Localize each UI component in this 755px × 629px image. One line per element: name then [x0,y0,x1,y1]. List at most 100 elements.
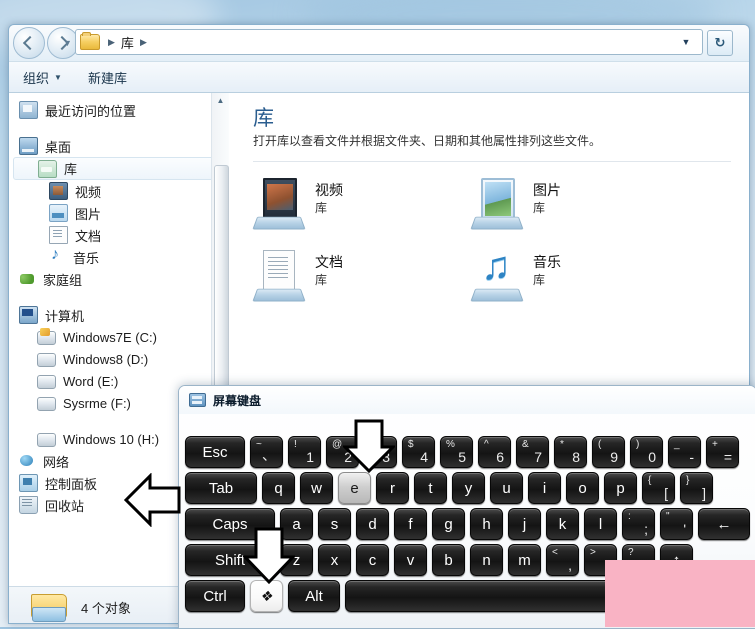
key-v[interactable]: v [394,544,427,576]
sidebar-item-0[interactable]: 最近访问的位置 [9,99,229,121]
library-item-name: 音乐 [533,254,561,271]
sidebar-item-9[interactable]: Windows7E (C:) [9,326,229,348]
key-Alt[interactable]: Alt [288,580,340,612]
sidebar-item-10[interactable]: Windows8 (D:) [9,348,229,370]
sidebar-item-4[interactable]: 图片 [9,202,229,224]
key-9[interactable]: (9 [592,436,625,468]
key-base-label: 0 [648,449,656,465]
key-label: h [482,515,491,533]
key-6[interactable]: ^ 6 [478,436,511,468]
library-item[interactable]: 视频库 [252,176,471,238]
key-1[interactable]: ! 1 [288,436,321,468]
key-b[interactable]: b [432,544,465,576]
key-7[interactable]: & 7 [516,436,549,468]
key-p[interactable]: p [604,472,637,504]
key-c[interactable]: c [356,544,389,576]
key-x[interactable]: x [318,544,351,576]
organize-button[interactable]: 组织 ▼ [23,68,62,87]
key-s[interactable]: s [318,508,351,540]
sidebar-item-label: 图片 [75,206,102,222]
key-、[interactable]: ~、 [250,436,283,468]
key-Esc[interactable]: Esc [185,436,245,468]
sidebar-item-2[interactable]: 库 [13,157,223,180]
key-q[interactable]: q [262,472,295,504]
key-5[interactable]: % 5 [440,436,473,468]
sidebar-item-label: 网络 [43,454,70,470]
chevron-down-icon[interactable]: ▼ [678,30,694,54]
key-Ctrl[interactable]: Ctrl [185,580,245,612]
key-label: g [444,515,453,533]
key-h[interactable]: h [470,508,503,540]
key-z[interactable]: z [280,544,313,576]
sidebar-item-8[interactable]: 计算机 [9,304,229,326]
key-k[interactable]: k [546,508,579,540]
key-label: d [368,515,377,533]
library-item[interactable]: 文档库 [252,248,471,310]
key-←[interactable]: ← [698,508,750,540]
sidebar-item-1[interactable]: 桌面 [9,135,229,157]
library-item-name: 视频 [315,182,343,199]
key-l[interactable]: l [584,508,617,540]
key-,[interactable]: <, [546,544,579,576]
key-m[interactable]: m [508,544,541,576]
key-f[interactable]: f [394,508,427,540]
refresh-icon[interactable]: ↻ [707,30,733,56]
library-item[interactable]: 音乐库 [470,244,689,310]
address-bar[interactable]: ▶ 库 ▶ ▼ [75,29,703,55]
sidebar-item-7[interactable]: 家庭组 [9,268,229,290]
key-shift-label: _ [674,439,680,450]
key-0[interactable]: ) 0 [630,436,663,468]
key-n[interactable]: n [470,544,503,576]
key-4[interactable]: $4 [402,436,435,468]
drive-icon [37,397,56,411]
video-library-icon [252,176,306,230]
key-o[interactable]: o [566,472,599,504]
key-;[interactable]: :; [622,508,655,540]
key-u[interactable]: u [490,472,523,504]
key-Caps[interactable]: Caps [185,508,275,540]
sidebar-item-label: Windows 10 (H:) [63,431,160,447]
key-a[interactable]: a [280,508,313,540]
recent-pages-caret[interactable]: ▼ [61,31,74,55]
key-label: v [406,551,415,569]
key-windows-key[interactable]: ❖ [250,580,283,612]
new-library-button[interactable]: 新建库 [88,68,127,87]
key-d[interactable]: d [356,508,389,540]
breadcrumb-library[interactable]: 库 [119,33,136,52]
key-e[interactable]: e [338,472,371,504]
library-item-name: 文档 [315,254,343,271]
breadcrumb-separator: ▶ [108,36,115,47]
key-][interactable]: }] [680,472,713,504]
key-shift-label: ~ [256,439,262,450]
scroll-up-icon[interactable]: ▲ [215,95,226,106]
key-=[interactable]: + = [706,436,739,468]
key-3[interactable]: #3 [364,436,397,468]
key-shift-label: } [686,475,690,486]
key-Tab[interactable]: Tab [185,472,257,504]
key-[[interactable]: {[ [642,472,675,504]
sidebar-item-label: Windows8 (D:) [63,351,149,367]
key-i[interactable]: i [528,472,561,504]
key-t[interactable]: t [414,472,447,504]
key-g[interactable]: g [432,508,465,540]
back-button[interactable] [13,27,45,59]
sidebar-item-5[interactable]: 文档 [9,224,229,246]
key-8[interactable]: * 8 [554,436,587,468]
sidebar-item-6[interactable]: 音乐 [9,246,229,268]
key-j[interactable]: j [508,508,541,540]
key-label: l [598,515,603,533]
key--[interactable]: _ - [668,436,701,468]
key-label: w [311,479,322,497]
key-2[interactable]: @2 [326,436,359,468]
status-text: 4 个对象 [81,600,131,616]
key-base-label: 3 [382,449,390,465]
key-y[interactable]: y [452,472,485,504]
key-'[interactable]: " ' [660,508,693,540]
key-r[interactable]: r [376,472,409,504]
key-label: p [616,479,625,497]
library-item[interactable]: 图片库 [470,176,689,238]
key-Shift[interactable]: Shift [185,544,275,576]
sidebar-item-3[interactable]: 视频 [9,180,229,202]
key-base-label: 4 [420,449,428,465]
key-w[interactable]: w [300,472,333,504]
